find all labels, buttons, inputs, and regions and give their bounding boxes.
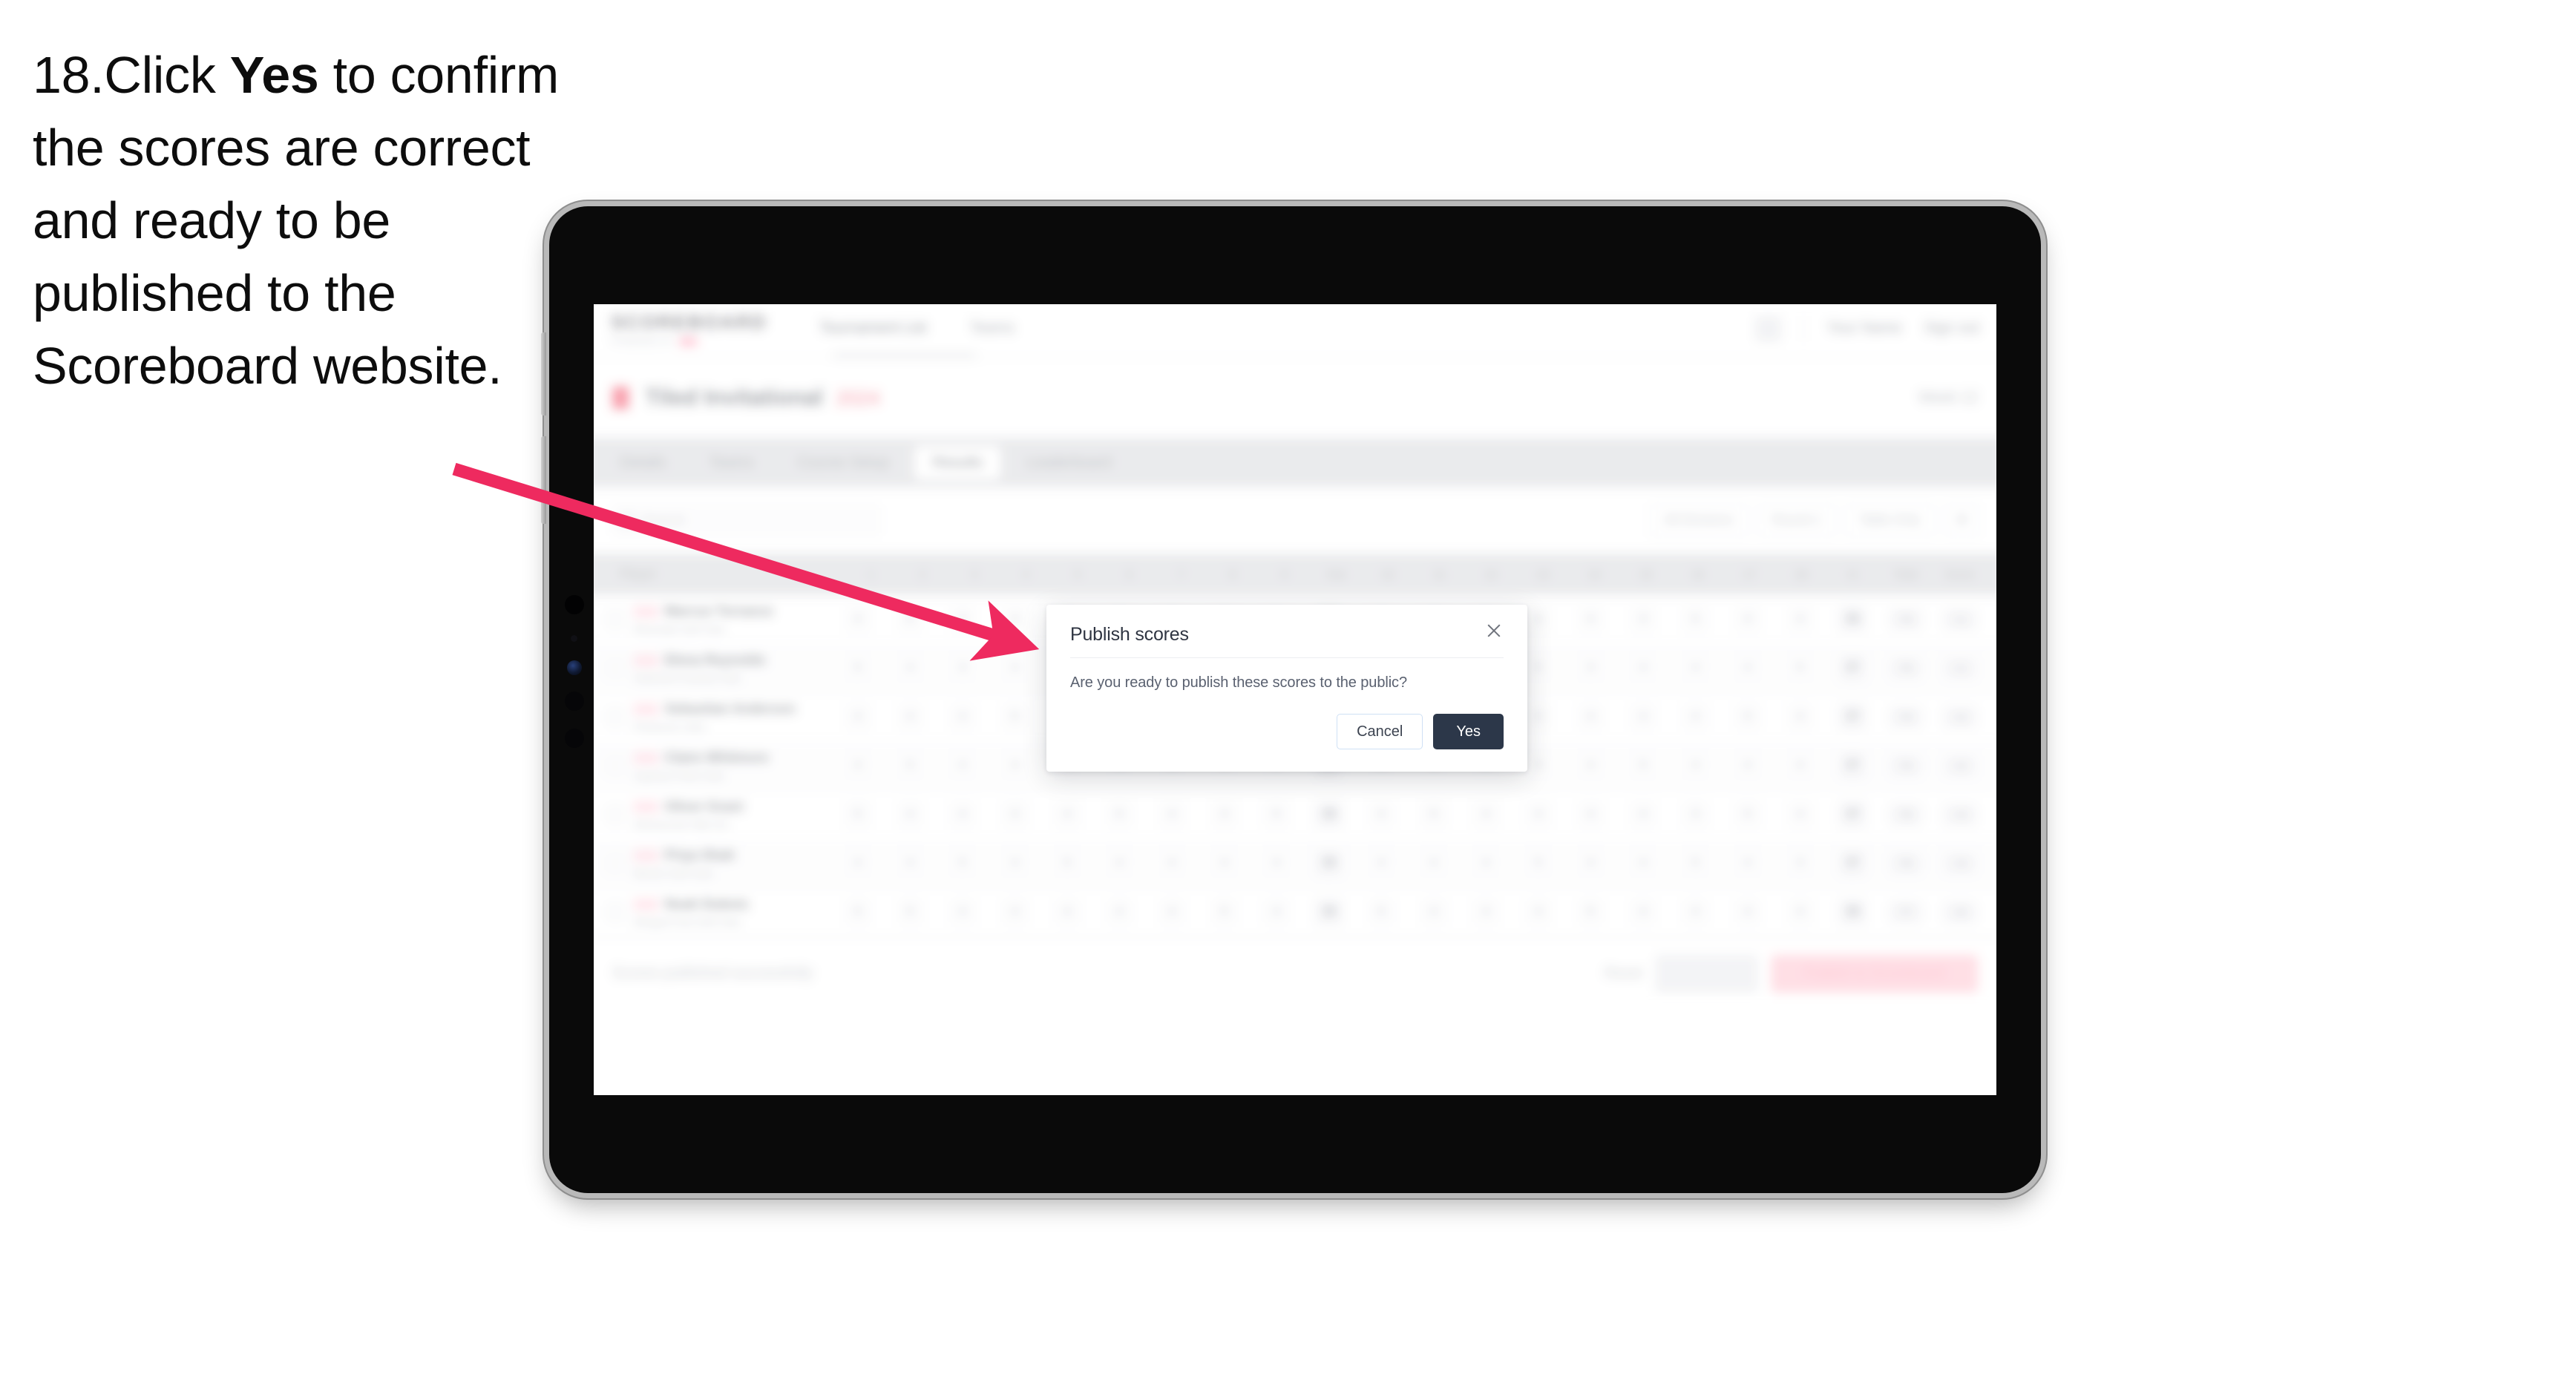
tablet-camera-icon <box>567 660 582 675</box>
tablet-screen: SCOREBOARD POWERED BY Tournament List Te… <box>594 304 1996 1095</box>
tablet-volume-up-button[interactable] <box>541 332 546 416</box>
caption-step-number: 18. <box>33 46 105 104</box>
tablet-volume-down-button[interactable] <box>541 436 546 524</box>
dialog-header: Publish scores <box>1070 624 1504 658</box>
tablet-speaker-hole-2 <box>565 729 584 748</box>
tablet-speaker-hole-1 <box>565 692 584 711</box>
cancel-button[interactable]: Cancel <box>1337 714 1423 749</box>
caption-text-part1: Click <box>104 46 230 104</box>
yes-button[interactable]: Yes <box>1433 714 1504 749</box>
caption-emphasis-yes: Yes <box>229 46 319 104</box>
tablet-sensor-dot <box>571 635 577 642</box>
dialog-title: Publish scores <box>1070 624 1189 645</box>
dialog-message: Are you ready to publish these scores to… <box>1070 674 1407 691</box>
dialog-actions: Cancel Yes <box>1070 692 1504 749</box>
tablet-device-mockup: SCOREBOARD POWERED BY Tournament List Te… <box>541 206 2041 1193</box>
tablet-camera-lens <box>565 595 584 614</box>
publish-scores-dialog: Publish scores Are you ready to publish … <box>1046 605 1527 772</box>
close-icon[interactable] <box>1484 621 1504 640</box>
instruction-caption: 18.Click Yes to confirm the scores are c… <box>33 39 567 402</box>
